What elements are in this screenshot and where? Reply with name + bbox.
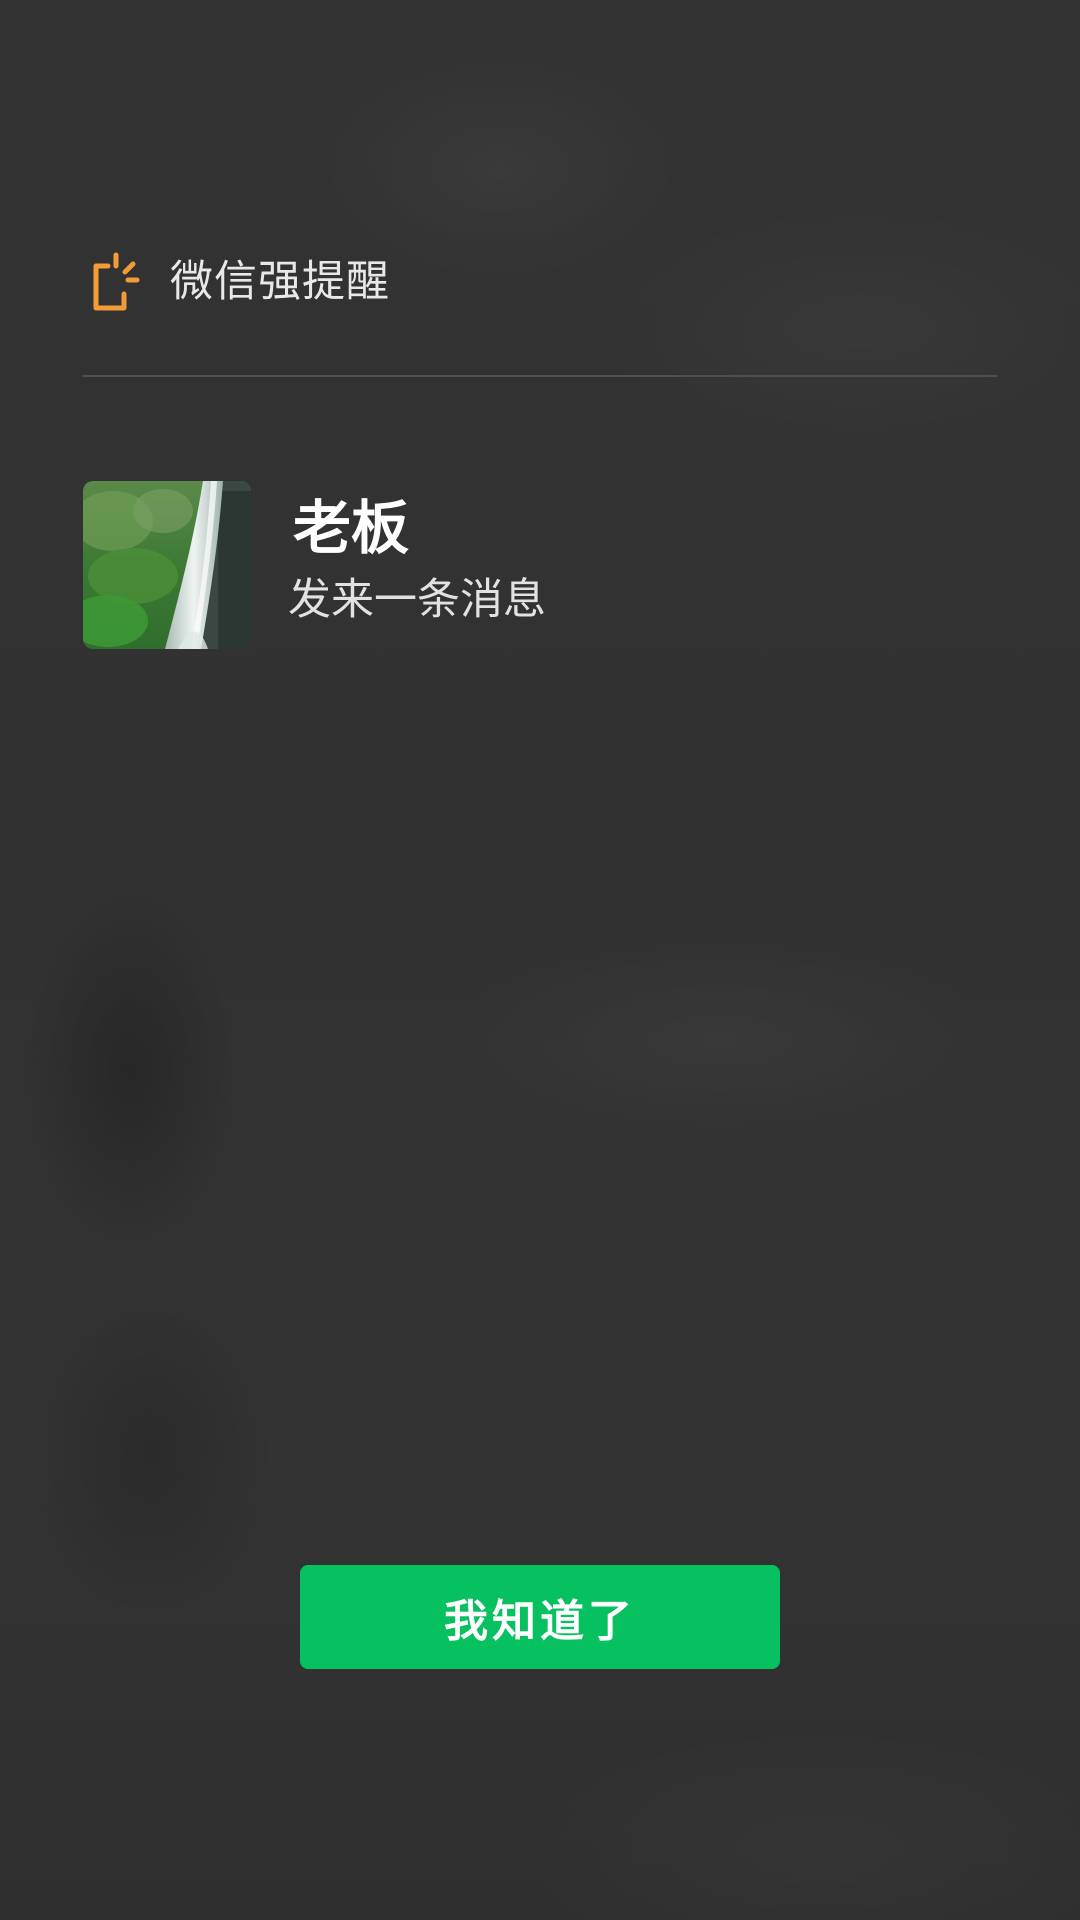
- message-subtitle: 发来一条消息: [288, 575, 546, 625]
- acknowledge-button[interactable]: 我知道了: [300, 1565, 780, 1669]
- header-divider: [83, 375, 997, 377]
- alert-header: 微信强提醒: [90, 252, 390, 312]
- phone-alert-icon: [93, 252, 140, 311]
- sender-avatar[interactable]: [83, 481, 251, 649]
- sender-name: 老板: [293, 494, 410, 562]
- header-title: 微信强提醒: [170, 257, 390, 307]
